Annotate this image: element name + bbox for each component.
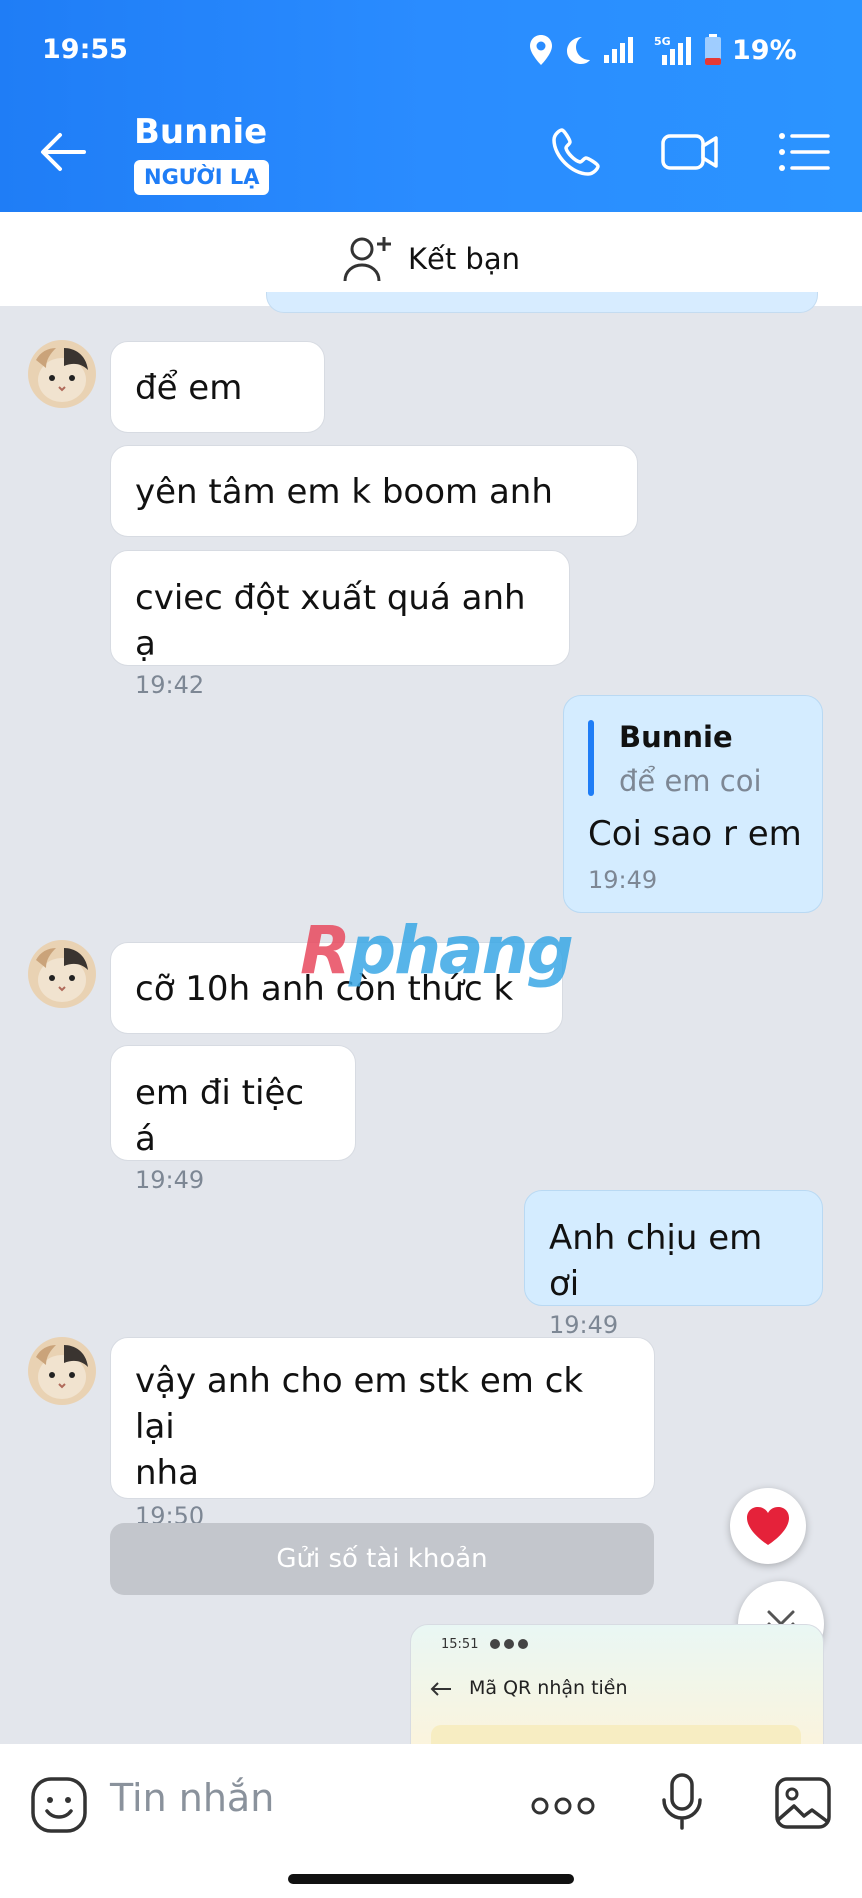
cat-avatar-icon [28, 940, 96, 1008]
message-time: 19:49 [588, 866, 658, 894]
cat-avatar-icon [28, 1337, 96, 1405]
avatar[interactable] [28, 1337, 96, 1405]
message-time: 19:42 [135, 671, 205, 699]
send-account-number-button[interactable]: Gửi số tài khoản [110, 1523, 654, 1595]
message-text: em đi tiệc á [135, 1073, 305, 1159]
home-indicator [288, 1874, 574, 1884]
message-text: Coi sao r em [588, 814, 802, 854]
stranger-badge: NGƯỜI LẠ [134, 160, 270, 195]
received-message[interactable]: em đi tiệc á 19:49 [110, 1045, 356, 1194]
video-call-icon[interactable] [660, 124, 720, 180]
received-message[interactable]: yên tâm em k boom anh đâu [110, 445, 638, 604]
moon-icon [567, 37, 590, 64]
preview-status-time: 15:51 [441, 1637, 479, 1652]
reaction-button[interactable] [730, 1488, 806, 1564]
message-time: 19:49 [135, 1166, 205, 1194]
svg-text:5G: 5G [654, 35, 671, 48]
battery-icon [705, 34, 721, 65]
signal-icon [604, 37, 633, 63]
preview-back-arrow-icon [430, 1682, 451, 1696]
phone-call-icon[interactable] [548, 124, 604, 180]
location-icon [530, 35, 552, 65]
more-options-icon[interactable] [530, 1796, 596, 1816]
preview-title: Mã QR nhận tiền [469, 1677, 628, 1699]
signal-5g-icon: 5G [654, 35, 691, 65]
status-icons: 5G 19% [528, 30, 797, 70]
watermark-logo: Rphang [300, 912, 574, 989]
message-input[interactable]: Tin nhắn [110, 1776, 274, 1820]
heart-icon [747, 1507, 789, 1545]
preview-status-icons [490, 1639, 528, 1649]
quote-sender: Bunnie [619, 720, 733, 754]
contact-name[interactable]: Bunnie [134, 112, 267, 152]
sticker-icon[interactable] [30, 1776, 88, 1834]
gallery-icon[interactable] [774, 1776, 832, 1830]
menu-list-icon[interactable] [776, 124, 832, 180]
status-time: 19:55 [42, 34, 128, 65]
message-text: Anh chịu em ơi [549, 1218, 763, 1304]
message-text-line1: vậy anh cho em stk em ck lại [135, 1361, 584, 1447]
preview-card [431, 1725, 801, 1745]
received-message[interactable]: cviec đột xuất quá anh ạ 19:42 [110, 550, 570, 699]
previous-message-edge [266, 292, 818, 313]
quote-bar [588, 720, 594, 796]
microphone-icon[interactable] [660, 1772, 704, 1832]
add-friend-icon [343, 237, 391, 282]
cat-avatar-icon [28, 340, 96, 408]
avatar[interactable] [28, 340, 96, 408]
sent-message-with-quote[interactable]: Bunnie để em coi Coi sao r em 19:49 [563, 695, 823, 913]
image-message-preview[interactable]: 15:51 Mã QR nhận tiền [410, 1624, 824, 1746]
back-arrow-icon[interactable] [38, 130, 88, 174]
chat-header: 19:55 5G 19% Bunnie NGƯỜI LẠ [0, 0, 862, 212]
sent-message[interactable]: Anh chịu em ơi 19:49 [524, 1190, 823, 1339]
message-text: cviec đột xuất quá anh ạ [135, 578, 526, 664]
add-friend-label: Kết bạn [407, 242, 520, 276]
message-time: 19:49 [549, 1311, 619, 1339]
received-message[interactable]: để em coi [110, 341, 325, 500]
message-composer: Tin nhắn [0, 1744, 862, 1898]
battery-percent: 19% [732, 34, 797, 66]
avatar[interactable] [28, 940, 96, 1008]
message-text-line2: nha [135, 1453, 199, 1493]
quote-text: để em coi [619, 764, 762, 798]
received-message[interactable]: vậy anh cho em stk em ck lại nha 19:50 [110, 1337, 655, 1530]
